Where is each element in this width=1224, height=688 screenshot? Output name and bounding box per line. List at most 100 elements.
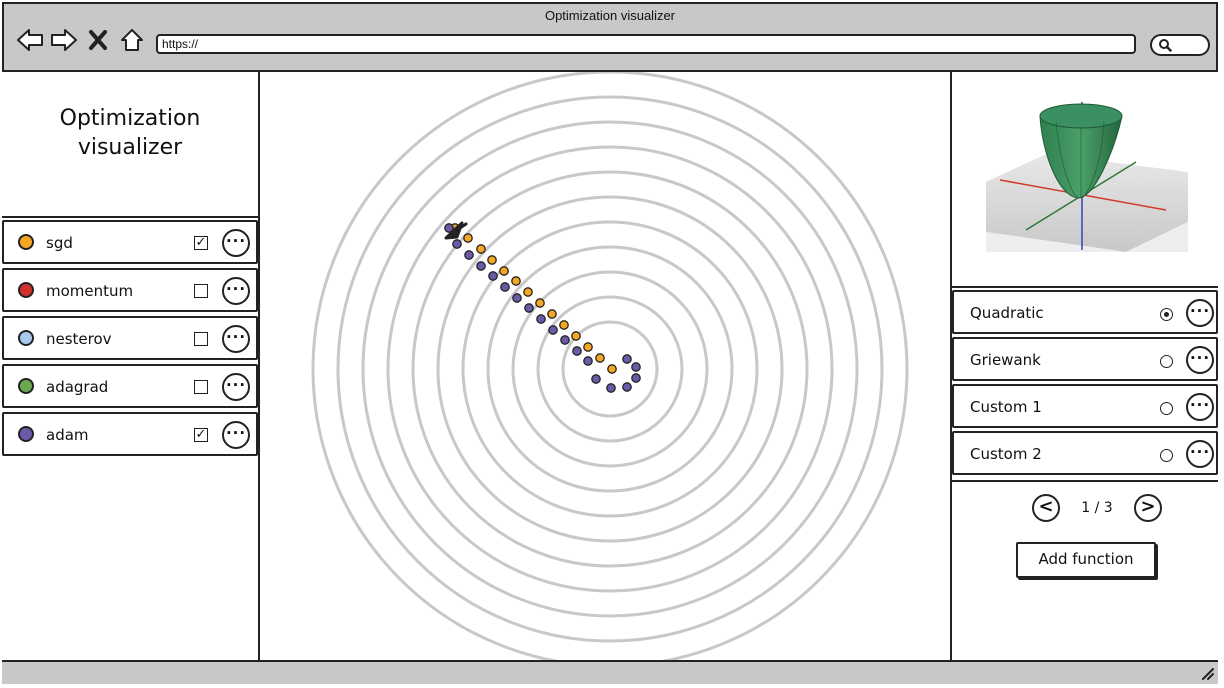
adam-step-point [583,356,593,366]
resize-grip-icon[interactable] [1200,666,1214,680]
optimizer-label: adam [46,426,89,444]
sgd-step-point [595,353,605,363]
sgd-step-point [571,331,581,341]
forward-icon[interactable] [50,26,78,54]
prev-page-button[interactable]: < [1032,494,1060,522]
optimizer-row-nesterov[interactable]: nesterov ··· [2,316,258,360]
sgd-step-point [559,320,569,330]
more-options-icon[interactable]: ··· [222,229,250,257]
more-options-icon[interactable]: ··· [222,373,250,401]
adam-step-point [476,261,486,271]
adam-step-point [631,373,641,383]
function-row-griewank[interactable]: Griewank ··· [952,337,1218,381]
page-indicator: 1 / 3 [1081,500,1113,516]
adam-step-point [512,293,522,303]
optimizer-list: sgd ✓ ··· momentum ··· nesterov ··· adag… [2,220,258,460]
function-row-custom-1[interactable]: Custom 1 ··· [952,384,1218,428]
adam-step-point [500,282,510,292]
search-box[interactable] [1150,34,1210,56]
app-title-line2: visualizer [77,135,183,160]
sgd-step-point [583,342,593,352]
color-swatch [18,282,34,298]
optimizer-label: momentum [46,282,134,300]
more-options-icon[interactable]: ··· [1186,440,1214,468]
sgd-step-point [547,309,557,319]
divider [2,216,258,218]
sgd-step-point [607,364,617,374]
contour-plot[interactable] [260,70,950,668]
function-radio[interactable] [1160,449,1173,462]
color-swatch [18,330,34,346]
optimizer-row-adam[interactable]: adam ✓ ··· [2,412,258,456]
add-function-button[interactable]: Add function [1016,542,1156,578]
more-options-icon[interactable]: ··· [222,277,250,305]
function-row-custom-2[interactable]: Custom 2 ··· [952,431,1218,475]
search-icon [1159,39,1172,52]
adam-step-point [452,239,462,249]
sgd-step-point [499,266,509,276]
sgd-step-point [511,276,521,286]
function-label: Custom 2 [970,445,1042,463]
optimizer-checkbox[interactable] [194,380,208,394]
function-radio[interactable] [1160,355,1173,368]
adam-step-point [464,250,474,260]
adam-step-point [591,374,601,384]
optimizer-label: adagrad [46,378,109,396]
optimizer-checkbox[interactable]: ✓ [194,236,208,250]
optimizer-checkbox[interactable] [194,332,208,346]
url-field[interactable]: https:// [156,34,1136,54]
stop-icon[interactable] [84,26,112,54]
sgd-step-point [535,298,545,308]
back-icon[interactable] [16,26,44,54]
function-label: Griewank [970,351,1041,369]
home-icon[interactable] [118,26,146,54]
adam-step-point [622,382,632,392]
optimizer-checkbox[interactable] [194,284,208,298]
window-title: Optimization visualizer [544,8,676,23]
optimizer-checkbox[interactable]: ✓ [194,428,208,442]
adam-step-point [606,383,616,393]
optimizer-row-adagrad[interactable]: adagrad ··· [2,364,258,408]
optimizer-row-sgd[interactable]: sgd ✓ ··· [2,220,258,264]
sgd-step-point [523,287,533,297]
function-label: Quadratic [970,304,1044,322]
more-options-icon[interactable]: ··· [1186,299,1214,327]
divider [952,286,1218,288]
function-radio[interactable] [1160,402,1173,415]
color-swatch [18,378,34,394]
optimizer-sidebar: Optimization visualizer sgd ✓ ··· moment… [2,72,260,660]
sgd-step-point [463,233,473,243]
adam-step-point [560,335,570,345]
more-options-icon[interactable]: ··· [222,421,250,449]
adam-step-point [572,346,582,356]
function-panel: Quadratic ··· Griewank ··· Custom 1 ··· … [950,72,1218,660]
browser-toolbar: Optimization visualizer https:// [2,2,1218,72]
sgd-step-point [476,244,486,254]
adam-step-point [622,354,632,364]
optimizer-label: sgd [46,234,73,252]
function-label: Custom 1 [970,398,1042,416]
more-options-icon[interactable]: ··· [222,325,250,353]
color-swatch [18,234,34,250]
adam-step-point [631,362,641,372]
adam-step-point [488,271,498,281]
color-swatch [18,426,34,442]
next-page-button[interactable]: > [1134,494,1162,522]
function-row-quadratic[interactable]: Quadratic ··· [952,290,1218,334]
app-title-line1: Optimization [59,106,201,131]
more-options-icon[interactable]: ··· [1186,346,1214,374]
status-bar [2,660,1218,684]
app-title: Optimization visualizer [2,104,258,162]
function-3d-preview [986,92,1188,252]
more-options-icon[interactable]: ··· [1186,393,1214,421]
optimizer-row-momentum[interactable]: momentum ··· [2,268,258,312]
function-radio[interactable] [1160,308,1173,321]
visualization-canvas[interactable] [260,70,950,668]
function-pager: < 1 / 3 > [1032,492,1162,524]
sgd-step-point [487,255,497,265]
optimizer-label: nesterov [46,330,112,348]
adam-step-point [524,303,534,313]
adam-step-point [536,314,546,324]
adam-step-point [548,325,558,335]
function-list: Quadratic ··· Griewank ··· Custom 1 ··· … [952,290,1218,478]
